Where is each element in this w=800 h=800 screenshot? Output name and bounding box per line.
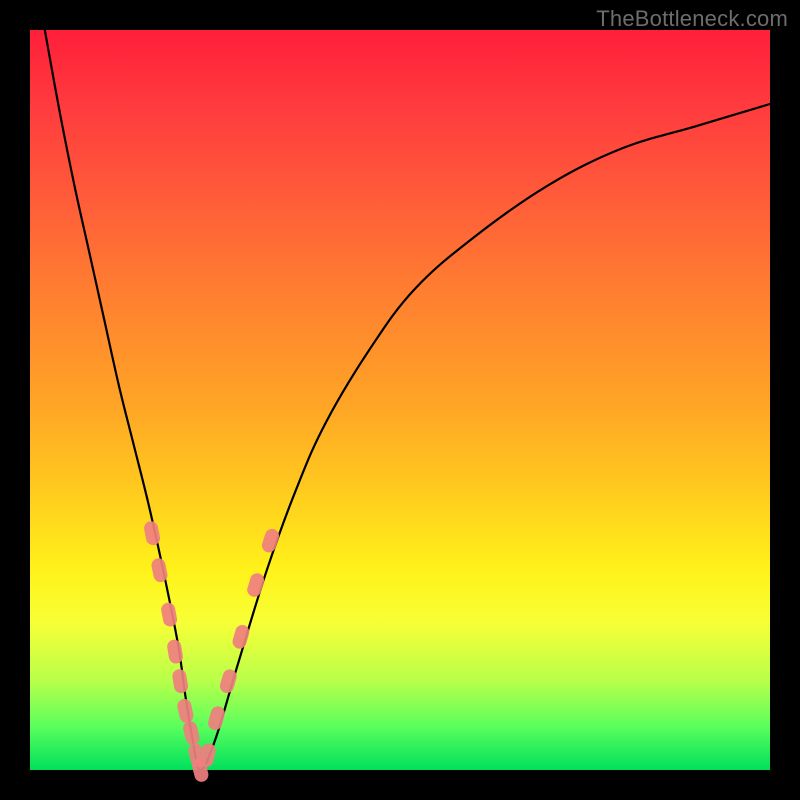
sample-marker bbox=[160, 602, 178, 628]
plot-area bbox=[30, 30, 770, 770]
sample-marker bbox=[143, 520, 161, 546]
sample-marker bbox=[260, 527, 281, 554]
sample-marker bbox=[171, 668, 189, 694]
sample-marker bbox=[182, 720, 201, 747]
curve-layer bbox=[45, 30, 770, 770]
sample-marker bbox=[166, 639, 184, 665]
sample-marker bbox=[176, 698, 195, 724]
watermark-text: TheBottleneck.com bbox=[596, 6, 788, 32]
sample-marker bbox=[207, 705, 227, 732]
sample-marker bbox=[150, 557, 169, 583]
chart-frame: TheBottleneck.com bbox=[0, 0, 800, 800]
chart-svg bbox=[30, 30, 770, 770]
markers-layer bbox=[143, 520, 281, 783]
bottleneck-curve-path bbox=[45, 30, 770, 770]
sample-marker bbox=[245, 571, 265, 598]
